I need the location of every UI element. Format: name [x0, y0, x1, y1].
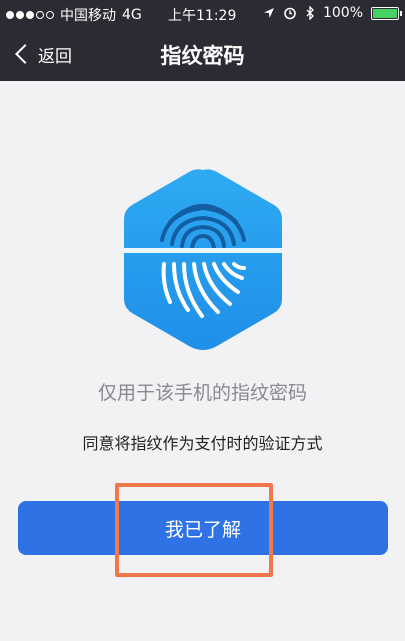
location-icon [263, 8, 274, 18]
status-time: 上午11:29 [168, 8, 237, 24]
status-left: 中国移动 4G [6, 5, 142, 25]
nav-bar: 返回 指纹密码 [0, 28, 405, 81]
info-text: 仅用于该手机的指纹密码 [97, 382, 307, 404]
fingerprint-icon [118, 164, 288, 354]
battery-icon [371, 6, 402, 20]
status-right: 100% [263, 5, 402, 21]
page-title: 指纹密码 [160, 44, 245, 68]
confirm-button[interactable]: 我已了解 [18, 501, 388, 555]
status-bar: 中国移动 4G 上午11:29 100% [0, 0, 405, 28]
bluetooth-icon [306, 6, 314, 20]
network-label: 4G [122, 7, 142, 23]
agreement-text: 同意将指纹作为支付时的验证方式 [82, 434, 323, 453]
battery-percent: 100% [322, 5, 363, 21]
carrier-label: 中国移动 [60, 8, 116, 24]
signal-icon [6, 11, 54, 19]
alarm-icon [284, 7, 296, 20]
